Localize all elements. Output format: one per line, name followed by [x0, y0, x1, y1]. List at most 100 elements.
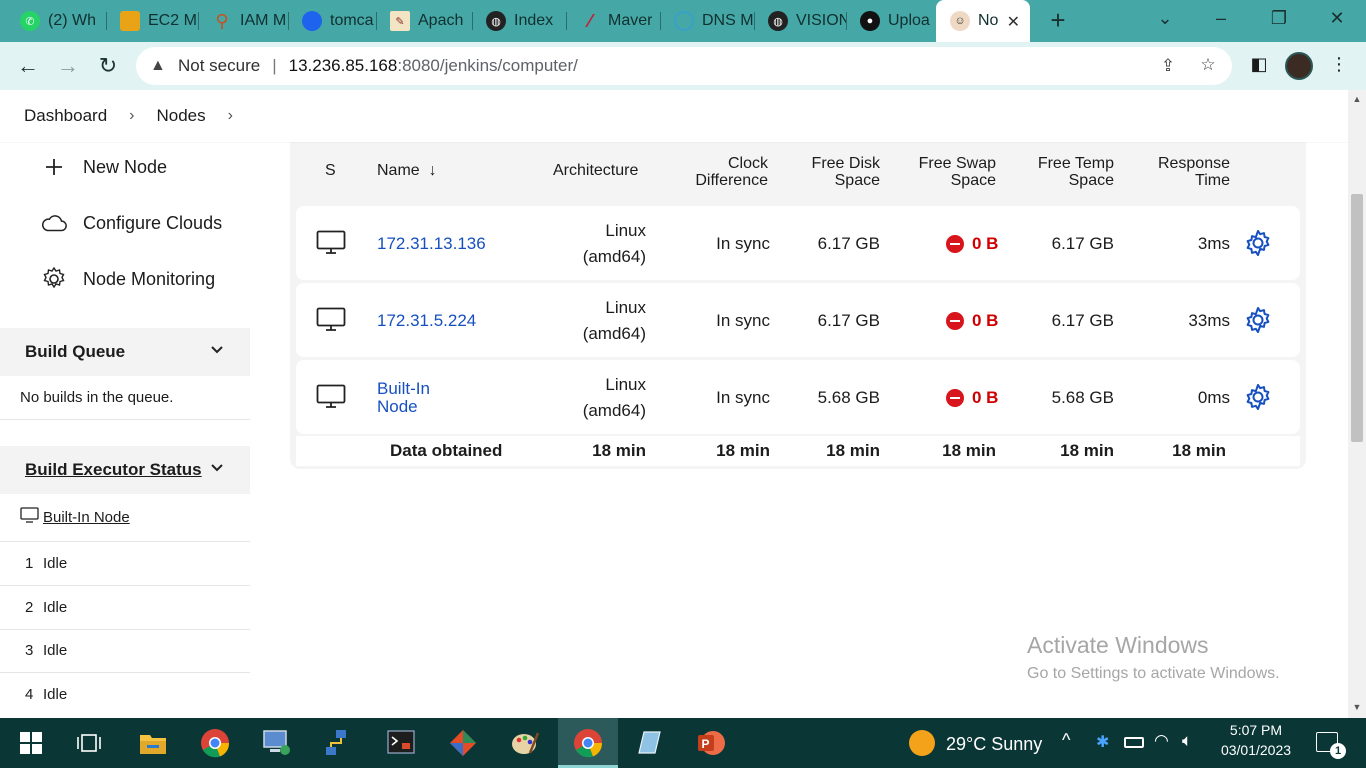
- battery-icon[interactable]: [1124, 737, 1144, 748]
- browser-tab[interactable]: ◍ VISION: [754, 0, 846, 42]
- node-link[interactable]: Built-In Node: [377, 380, 430, 416]
- taskbar-clock[interactable]: 5:07 PM 03/01/2023: [1214, 720, 1298, 760]
- column-header-clock[interactable]: Clock Difference: [670, 155, 768, 189]
- breadcrumb-nodes[interactable]: Nodes: [157, 106, 206, 126]
- profile-avatar[interactable]: [1285, 52, 1313, 80]
- column-header-architecture[interactable]: Architecture: [553, 162, 638, 179]
- weather-sun-icon[interactable]: [909, 730, 935, 756]
- tray-overflow-icon[interactable]: ^: [1062, 730, 1070, 751]
- build-executor-title[interactable]: Build Executor Status: [25, 460, 202, 480]
- bluetooth-icon[interactable]: ✱: [1096, 732, 1109, 752]
- warning-icon[interactable]: ▲: [150, 57, 168, 75]
- address-bar[interactable]: ▲ Not secure | 13.236.85.168:8080/jenkin…: [136, 47, 1232, 85]
- chevron-down-icon[interactable]: [210, 460, 224, 480]
- weather-text[interactable]: 29°C Sunny: [946, 734, 1042, 755]
- back-button[interactable]: ←: [14, 52, 42, 80]
- configure-gear-icon[interactable]: [1244, 229, 1272, 262]
- configure-gear-icon[interactable]: [1244, 306, 1272, 339]
- chrome-icon[interactable]: [198, 726, 232, 760]
- response-cell: 3ms: [1197, 234, 1230, 253]
- sidebar-item-node-monitoring[interactable]: Node Monitoring: [40, 262, 215, 296]
- menu-kebab-icon[interactable]: ⋮: [1327, 54, 1351, 78]
- chevron-down-icon[interactable]: [210, 342, 224, 362]
- browser-tab-strip: ✆ (2) Wh EC2 M ⚲ IAM M tomca ✎ Apach ◍ I…: [0, 0, 1366, 42]
- scroll-thumb[interactable]: [1351, 194, 1363, 442]
- url-text[interactable]: 13.236.85.168:8080/jenkins/computer/: [289, 56, 578, 76]
- build-executor-header[interactable]: Build Executor Status: [0, 446, 250, 494]
- browser-tab-active[interactable]: ☺ No ✕: [936, 0, 1030, 42]
- response-cell: 33ms: [1188, 311, 1230, 330]
- chrome-active-icon[interactable]: [558, 718, 618, 768]
- column-header-name[interactable]: Name ↓: [377, 162, 437, 179]
- browser-tab[interactable]: ✎ Apach: [376, 0, 472, 42]
- breadcrumb-dashboard[interactable]: Dashboard: [24, 106, 107, 126]
- gear-icon: [40, 265, 68, 293]
- windows-start-icon[interactable]: [14, 726, 48, 760]
- network-tool-icon[interactable]: [322, 726, 356, 760]
- chevron-right-icon[interactable]: ›: [228, 107, 233, 125]
- tab-search-icon[interactable]: ⌄: [1152, 8, 1178, 34]
- security-label[interactable]: Not secure: [178, 56, 260, 76]
- column-header-response[interactable]: Response Time: [1140, 155, 1230, 189]
- browser-tab[interactable]: ⚲ IAM M: [198, 0, 288, 42]
- git-gui-icon[interactable]: [446, 726, 480, 760]
- swap-cell: 0 B: [946, 311, 998, 331]
- powerpoint-icon[interactable]: P: [694, 726, 728, 760]
- close-window-button[interactable]: ✕: [1324, 8, 1350, 34]
- cloud-icon: [40, 209, 68, 237]
- minimize-button[interactable]: –: [1208, 8, 1234, 34]
- maximize-button[interactable]: ❐: [1266, 8, 1292, 34]
- executor-node-link[interactable]: Built-In Node: [20, 507, 130, 527]
- wifi-icon[interactable]: ◠: [1154, 731, 1169, 751]
- column-header-swap[interactable]: Free Swap Space: [900, 155, 996, 189]
- browser-tab[interactable]: ⁄ Maver: [566, 0, 660, 42]
- page-scrollbar[interactable]: ▲ ▼: [1348, 90, 1366, 718]
- side-panel-icon[interactable]: ◧: [1247, 54, 1271, 78]
- footer-value: 18 min: [716, 441, 770, 460]
- svg-text:P: P: [702, 737, 710, 751]
- bookmark-star-icon[interactable]: ☆: [1198, 55, 1218, 75]
- configure-gear-icon[interactable]: [1244, 383, 1272, 416]
- notepad-icon[interactable]: [632, 726, 666, 760]
- aws-ec2-icon: [120, 11, 140, 31]
- arch-cell: Linux (amd64): [582, 375, 646, 420]
- executor-row: 1 Idle: [25, 555, 68, 572]
- browser-tab[interactable]: EC2 M: [106, 0, 198, 42]
- volume-icon[interactable]: 🔈︎: [1182, 731, 1192, 751]
- browser-tab[interactable]: ✆ (2) Wh: [6, 0, 106, 42]
- sidebar-item-configure-clouds[interactable]: Configure Clouds: [40, 206, 222, 240]
- arch-cell: Linux (amd64): [582, 221, 646, 266]
- browser-tab[interactable]: tomca: [288, 0, 376, 42]
- sidebar-item-new-node[interactable]: New Node: [40, 150, 167, 184]
- executor-row: 3 Idle: [25, 642, 68, 659]
- column-header-disk[interactable]: Free Disk Space: [790, 155, 880, 189]
- browser-tab[interactable]: ◍ Index: [472, 0, 564, 42]
- executor-node-name[interactable]: Built-In Node: [43, 509, 130, 526]
- remote-desktop-icon[interactable]: [260, 726, 294, 760]
- scroll-down-arrow[interactable]: ▼: [1352, 702, 1362, 712]
- tab-title: tomca: [330, 12, 374, 29]
- paint-icon[interactable]: [508, 726, 542, 760]
- node-link[interactable]: 172.31.13.136: [377, 235, 486, 253]
- browser-tab[interactable]: DNS M: [660, 0, 754, 42]
- new-tab-button[interactable]: +: [1044, 7, 1072, 35]
- footer-label: Data obtained: [390, 441, 503, 460]
- share-icon[interactable]: ⇪: [1158, 56, 1178, 76]
- chevron-right-icon: ›: [129, 107, 135, 124]
- scroll-up-arrow[interactable]: ▲: [1352, 94, 1362, 104]
- column-header-temp[interactable]: Free Temp Space: [1014, 155, 1114, 189]
- node-link[interactable]: 172.31.5.224: [377, 312, 476, 330]
- build-queue-header[interactable]: Build Queue: [0, 328, 250, 376]
- table-footer: Data obtained 18 min 18 min 18 min 18 mi…: [296, 436, 1300, 466]
- forward-button[interactable]: →: [54, 52, 82, 80]
- browser-tab[interactable]: ● Uploa: [846, 0, 936, 42]
- reload-button[interactable]: ↻: [94, 52, 122, 80]
- tab-title: IAM M: [240, 12, 287, 29]
- task-view-icon[interactable]: [72, 726, 106, 760]
- column-header-status[interactable]: S: [325, 162, 336, 179]
- terminal-putty-icon[interactable]: [384, 726, 418, 760]
- windows-taskbar: P 29°C Sunny ^ ✱ ◠ 🔈︎ 5:07 PM 03/01/2023…: [0, 718, 1366, 768]
- close-tab-icon[interactable]: ✕: [1007, 12, 1020, 32]
- tab-title: (2) Wh: [48, 12, 96, 29]
- file-explorer-icon[interactable]: [136, 726, 170, 760]
